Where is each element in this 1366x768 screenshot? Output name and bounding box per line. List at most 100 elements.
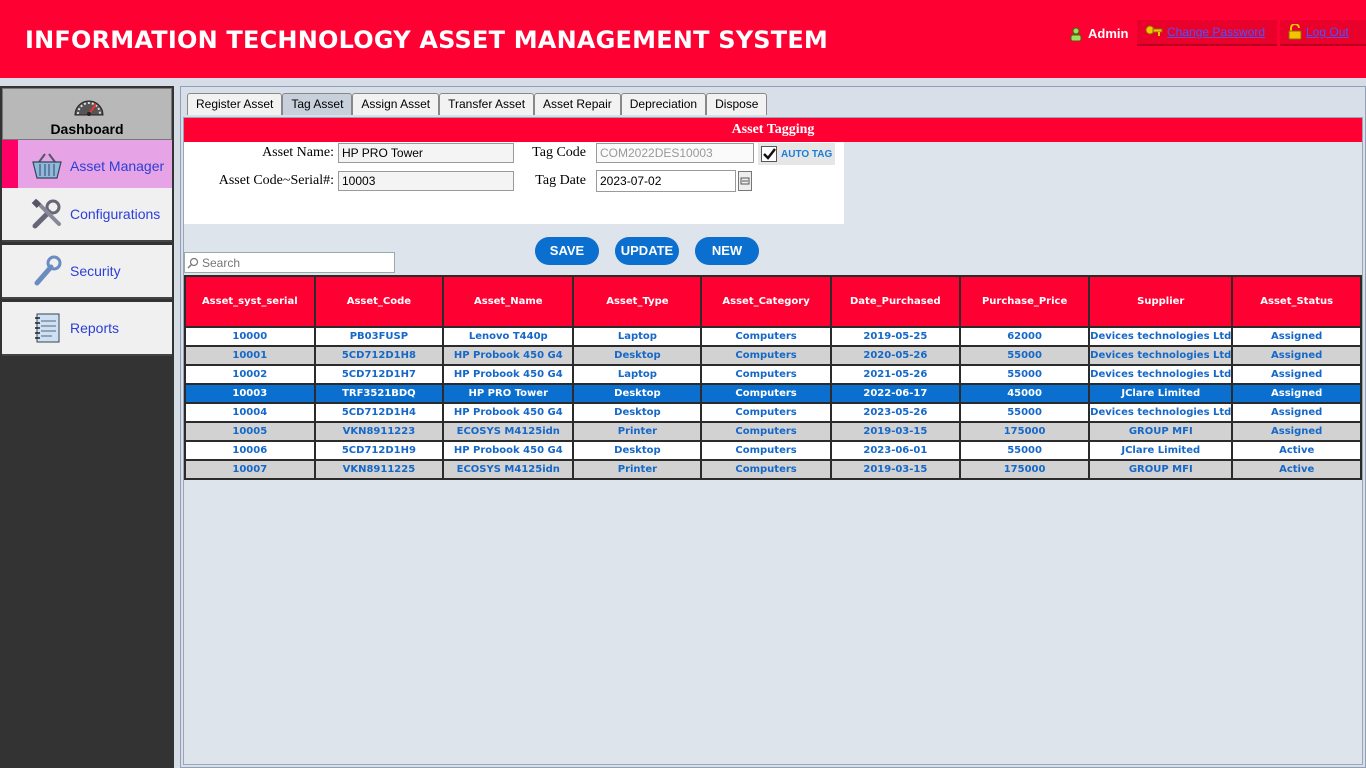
asset-name-input[interactable]	[338, 143, 514, 163]
tab-register-asset[interactable]: Register Asset	[187, 93, 283, 115]
serial-cell[interactable]: 10004	[186, 404, 314, 421]
price-cell[interactable]: 175000	[961, 461, 1089, 478]
serial-cell[interactable]: 10006	[186, 442, 314, 459]
col-asset-name[interactable]: Asset_Name	[444, 277, 573, 326]
price-cell[interactable]: 45000	[961, 385, 1089, 402]
tab-tag-asset[interactable]: Tag Asset	[282, 93, 353, 115]
serial-cell[interactable]: 10007	[186, 461, 314, 478]
code-cell[interactable]: 5CD712D1H8	[315, 347, 443, 364]
status-cell[interactable]: Active	[1233, 461, 1360, 478]
date-cell[interactable]: 2019-05-25	[831, 328, 960, 345]
category-cell[interactable]: Computers	[702, 385, 830, 402]
date-cell[interactable]: 2023-05-26	[831, 404, 960, 421]
table-row[interactable]: 10002 5CD712D1H7 HP Probook 450 G4 Laptop Co…	[186, 366, 1360, 383]
price-cell[interactable]: 175000	[961, 423, 1089, 440]
type-cell[interactable]: Printer	[574, 461, 701, 478]
sidebar-item-configurations[interactable]: Configurations	[2, 188, 172, 242]
name-cell[interactable]: HP Probook 450 G4	[444, 347, 573, 364]
code-cell[interactable]: PB03FUSP	[315, 328, 443, 345]
name-cell[interactable]: HP Probook 450 G4	[444, 366, 573, 383]
category-cell[interactable]: Computers	[702, 404, 830, 421]
change-password-button[interactable]: Change Password	[1137, 20, 1277, 46]
category-cell[interactable]: Computers	[702, 423, 830, 440]
supplier-cell[interactable]: JClare Limited	[1090, 442, 1232, 459]
date-cell[interactable]: 2022-06-17	[831, 385, 960, 402]
supplier-cell[interactable]: Devices technologies Ltd	[1090, 366, 1232, 383]
category-cell[interactable]: Computers	[702, 461, 830, 478]
status-cell[interactable]: Assigned	[1233, 366, 1360, 383]
table-row[interactable]: 10001 5CD712D1H8 HP Probook 450 G4 Desktop C…	[186, 347, 1360, 364]
change-password-link[interactable]: Change Password	[1167, 25, 1265, 39]
price-cell[interactable]: 55000	[961, 404, 1089, 421]
col-purchase-price[interactable]: Purchase_Price	[961, 277, 1089, 326]
type-cell[interactable]: Desktop	[574, 442, 701, 459]
date-picker-button[interactable]	[738, 171, 752, 191]
table-row[interactable]: 10000 PB03FUSP Lenovo T440p Laptop Computers…	[186, 328, 1360, 345]
serial-cell[interactable]: 10001	[186, 347, 314, 364]
code-cell[interactable]: VKN8911225	[315, 461, 443, 478]
type-cell[interactable]: Desktop	[574, 385, 701, 402]
tab-dispose[interactable]: Dispose	[706, 93, 768, 115]
name-cell[interactable]: HP PRO Tower	[444, 385, 573, 402]
serial-cell[interactable]: 10003	[186, 385, 314, 402]
supplier-cell[interactable]: Devices technologies Ltd	[1090, 347, 1232, 364]
type-cell[interactable]: Desktop	[574, 347, 701, 364]
table-row[interactable]: 10004 5CD712D1H4 HP Probook 450 G4 Desktop C…	[186, 404, 1360, 421]
code-cell[interactable]: 5CD712D1H4	[315, 404, 443, 421]
status-cell[interactable]: Assigned	[1233, 328, 1360, 345]
name-cell[interactable]: HP Probook 450 G4	[444, 442, 573, 459]
serial-cell[interactable]: 10002	[186, 366, 314, 383]
price-cell[interactable]: 62000	[961, 328, 1089, 345]
price-cell[interactable]: 55000	[961, 442, 1089, 459]
category-cell[interactable]: Computers	[702, 347, 830, 364]
status-cell[interactable]: Assigned	[1233, 347, 1360, 364]
sidebar-item-security[interactable]: Security	[2, 245, 172, 299]
col-supplier[interactable]: Supplier	[1090, 277, 1232, 326]
date-cell[interactable]: 2019-03-15	[831, 423, 960, 440]
col-asset-category[interactable]: Asset_Category	[702, 277, 830, 326]
col-asset-code[interactable]: Asset_Code	[315, 277, 443, 326]
name-cell[interactable]: ECOSYS M4125idn	[444, 423, 573, 440]
status-cell[interactable]: Assigned	[1233, 423, 1360, 440]
col-asset-syst-serial[interactable]: Asset_syst_serial	[186, 277, 314, 326]
date-cell[interactable]: 2023-06-01	[831, 442, 960, 459]
logout-button[interactable]: Log Out	[1280, 20, 1366, 46]
search-input[interactable]	[184, 252, 395, 273]
tab-asset-repair[interactable]: Asset Repair	[534, 93, 621, 115]
col-asset-status[interactable]: Asset_Status	[1233, 277, 1360, 326]
name-cell[interactable]: HP Probook 450 G4	[444, 404, 573, 421]
table-row[interactable]: 10005 VKN8911223 ECOSYS M4125idn Printer Com…	[186, 423, 1360, 440]
status-cell[interactable]: Assigned	[1233, 404, 1360, 421]
new-button[interactable]: NEW	[695, 237, 759, 265]
dashboard-button[interactable]: Dashboard	[2, 88, 172, 140]
date-cell[interactable]: 2021-05-26	[831, 366, 960, 383]
tag-code-input[interactable]	[596, 143, 754, 163]
date-cell[interactable]: 2019-03-15	[831, 461, 960, 478]
status-cell[interactable]: Active	[1233, 442, 1360, 459]
type-cell[interactable]: Printer	[574, 423, 701, 440]
status-cell[interactable]: Assigned	[1233, 385, 1360, 402]
category-cell[interactable]: Computers	[702, 366, 830, 383]
sidebar-item-asset-manager[interactable]: Asset Manager	[2, 140, 172, 194]
supplier-cell[interactable]: JClare Limited	[1090, 385, 1232, 402]
code-cell[interactable]: 5CD712D1H9	[315, 442, 443, 459]
update-button[interactable]: UPDATE	[615, 237, 679, 265]
category-cell[interactable]: Computers	[702, 328, 830, 345]
tab-assign-asset[interactable]: Assign Asset	[352, 93, 440, 115]
asset-code-input[interactable]	[338, 171, 514, 191]
name-cell[interactable]: Lenovo T440p	[444, 328, 573, 345]
supplier-cell[interactable]: Devices technologies Ltd	[1090, 404, 1232, 421]
logout-link[interactable]: Log Out	[1306, 25, 1349, 39]
price-cell[interactable]: 55000	[961, 366, 1089, 383]
code-cell[interactable]: VKN8911223	[315, 423, 443, 440]
table-row[interactable]: 10003 TRF3521BDQ HP PRO Tower Desktop Comput…	[186, 385, 1360, 402]
tag-date-input[interactable]	[596, 170, 736, 192]
col-asset-type[interactable]: Asset_Type	[574, 277, 701, 326]
col-date-purchased[interactable]: Date_Purchased	[831, 277, 960, 326]
name-cell[interactable]: ECOSYS M4125idn	[444, 461, 573, 478]
type-cell[interactable]: Laptop	[574, 366, 701, 383]
serial-cell[interactable]: 10000	[186, 328, 314, 345]
auto-tag-checkbox[interactable]: AUTO TAG	[758, 143, 836, 165]
sidebar-item-reports[interactable]: Reports	[2, 302, 172, 356]
table-row[interactable]: 10007 VKN8911225 ECOSYS M4125idn Printer Com…	[186, 461, 1360, 478]
